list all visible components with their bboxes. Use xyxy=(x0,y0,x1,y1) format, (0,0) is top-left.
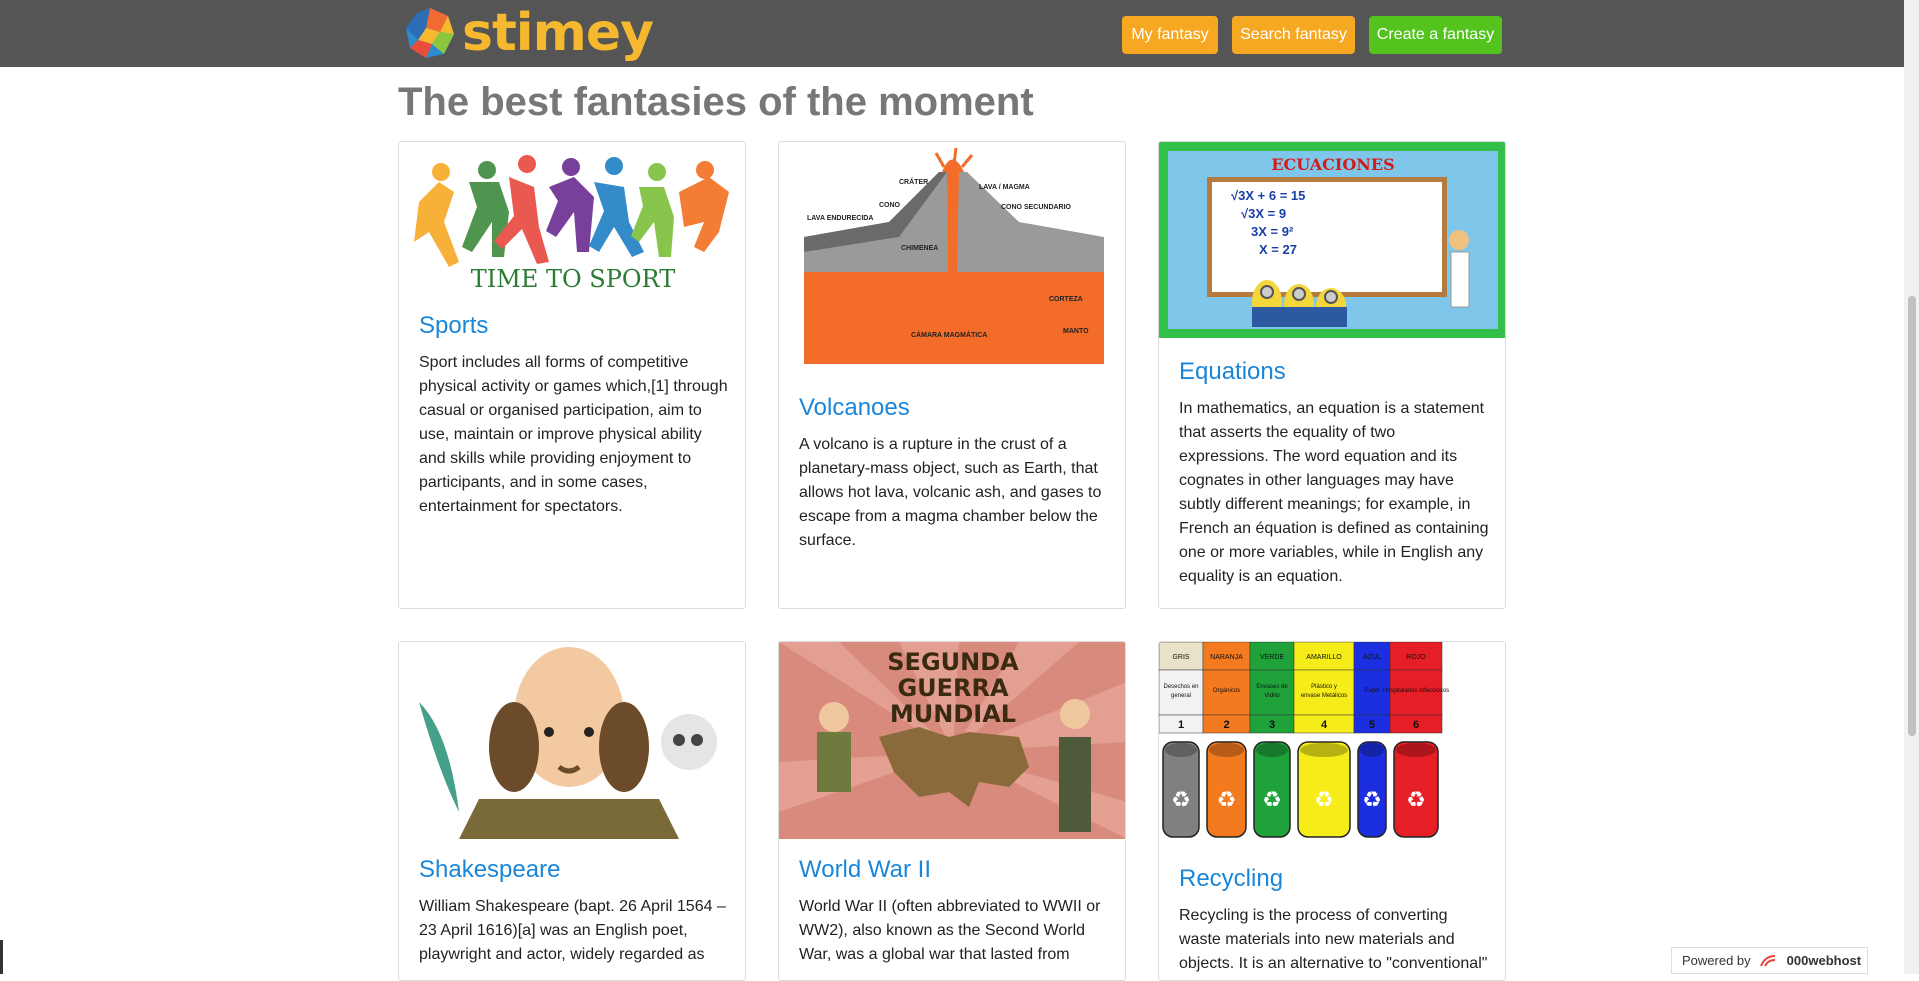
recycle-item-label: Hospitalarios Infecciosos xyxy=(1383,688,1449,694)
brand-logo[interactable]: stimey xyxy=(404,3,654,63)
recycle-icon: ♻ xyxy=(1314,787,1334,812)
card-description: Recycling is the process of converting w… xyxy=(1179,907,1488,972)
fantasy-card-recycling[interactable]: GRIS Desechos en general 1 ♻ NARANJA Orgánicos… xyxy=(1158,641,1506,981)
recycle-number: 4 xyxy=(1321,719,1328,731)
powered-by-badge[interactable]: Powered by 000webhost xyxy=(1671,947,1868,974)
label-magma-chamber: CÁMARA MAGMÁTICA xyxy=(911,330,987,339)
svg-text:GUERRA: GUERRA xyxy=(897,674,1009,702)
recycle-number: 2 xyxy=(1223,719,1229,731)
recycle-color-label: AMARILLO xyxy=(1306,654,1342,661)
fantasy-card-equations[interactable]: ECUACIONES √3X + 6 = 15 √3X = 9 3X = 9² … xyxy=(1158,141,1506,609)
equations-image-caption: ECUACIONES xyxy=(1271,155,1394,174)
card-description: Sport includes all forms of competitive … xyxy=(419,354,728,515)
sports-image-caption: TIME TO SPORT xyxy=(471,265,675,293)
my-fantasy-button[interactable]: My fantasy xyxy=(1122,16,1218,54)
recycle-icon: ♻ xyxy=(1171,787,1191,812)
top-navbar: stimey My fantasy Search fantasy Create … xyxy=(0,0,1919,67)
label-secondary-cone: CONO SECUNDARIO xyxy=(1001,204,1072,211)
card-title[interactable]: World War II xyxy=(799,856,931,885)
left-edge-tab xyxy=(0,940,3,974)
create-fantasy-button[interactable]: Create a fantasy xyxy=(1369,16,1502,54)
ww2-image[interactable]: SEGUNDA GUERRA MUNDIAL xyxy=(779,642,1126,839)
search-fantasy-button[interactable]: Search fantasy xyxy=(1232,16,1355,54)
recycling-image[interactable]: GRIS Desechos en general 1 ♻ NARANJA Orgánicos… xyxy=(1159,642,1506,847)
fantasy-card-sports[interactable]: TIME TO SPORT Sports Sport includes all … xyxy=(398,141,746,609)
recycle-color-label: AZUL xyxy=(1363,654,1381,661)
brand-name: stimey xyxy=(462,3,654,63)
webhost-logo-icon xyxy=(1759,954,1775,966)
card-title[interactable]: Shakespeare xyxy=(419,856,560,885)
card-title[interactable]: Sports xyxy=(419,312,488,341)
recycle-color-label: NARANJA xyxy=(1210,654,1243,661)
fantasy-card-volcanoes[interactable]: CRÁTER LAVA / MAGMA CONO LAVA ENDURECIDA… xyxy=(778,141,1126,609)
page-title: The best fantasies of the moment xyxy=(398,80,1034,124)
recycle-item-label: general xyxy=(1171,693,1191,699)
powered-by-label: Powered by xyxy=(1682,953,1751,968)
scrollbar-thumb[interactable] xyxy=(1908,296,1916,736)
card-title[interactable]: Volcanoes xyxy=(799,394,910,423)
sports-image[interactable]: TIME TO SPORT xyxy=(399,142,746,297)
recycle-icon: ♻ xyxy=(1362,787,1382,812)
board-line-4: X = 27 xyxy=(1259,242,1297,257)
webhost-name: 000webhost xyxy=(1786,953,1862,968)
label-hardened-lava: LAVA ENDURECIDA xyxy=(807,215,873,222)
recycle-icon: ♻ xyxy=(1406,787,1426,812)
equations-image[interactable]: ECUACIONES √3X + 6 = 15 √3X = 9 3X = 9² … xyxy=(1159,142,1506,338)
volcano-image[interactable]: CRÁTER LAVA / MAGMA CONO LAVA ENDURECIDA… xyxy=(779,142,1126,372)
recycle-color-label: GRIS xyxy=(1172,654,1189,661)
fantasy-card-world-war-ii[interactable]: SEGUNDA GUERRA MUNDIAL World War II Worl… xyxy=(778,641,1126,981)
logo-icon xyxy=(406,8,454,58)
board-line-2: √3X = 9 xyxy=(1241,206,1286,221)
recycle-icon: ♻ xyxy=(1217,787,1237,812)
label-chimney: CHIMENEA xyxy=(901,245,938,252)
board-line-1: √3X + 6 = 15 xyxy=(1231,188,1305,203)
recycle-number: 3 xyxy=(1269,719,1275,731)
recycle-item-label: envase Metálicos xyxy=(1301,693,1347,699)
svg-text:MUNDIAL: MUNDIAL xyxy=(890,700,1016,728)
board-line-3: 3X = 9² xyxy=(1251,224,1294,239)
recycle-number: 1 xyxy=(1178,719,1184,731)
card-description: In mathematics, an equation is a stateme… xyxy=(1179,400,1489,585)
label-mantle: MANTO xyxy=(1063,328,1089,335)
recycle-color-label: ROJO xyxy=(1406,654,1426,661)
label-crust: CORTEZA xyxy=(1049,296,1083,303)
recycle-item-label: Orgánicos xyxy=(1213,688,1240,694)
shakespeare-image[interactable] xyxy=(399,642,746,839)
label-cone: CONO xyxy=(879,202,901,209)
card-title[interactable]: Recycling xyxy=(1179,865,1283,894)
recycle-number: 6 xyxy=(1413,719,1419,731)
recycle-item-label: Desechos en xyxy=(1163,684,1198,690)
recycle-item-label: Plástico y xyxy=(1311,684,1337,690)
label-lava: LAVA / MAGMA xyxy=(979,184,1030,191)
recycle-icon: ♻ xyxy=(1262,787,1282,812)
recycle-item-label: Vidrio xyxy=(1264,693,1280,699)
label-crater: CRÁTER xyxy=(899,177,928,186)
vertical-scrollbar[interactable] xyxy=(1904,0,1919,974)
card-description: World War II (often abbreviated to WWII … xyxy=(799,898,1101,963)
recycle-item-label: Papel xyxy=(1364,688,1379,694)
card-title[interactable]: Equations xyxy=(1179,358,1286,387)
recycle-item-label: Envases de xyxy=(1256,684,1288,690)
svg-text:SEGUNDA: SEGUNDA xyxy=(887,648,1019,676)
fantasy-card-shakespeare[interactable]: Shakespeare William Shakespeare (bapt. 2… xyxy=(398,641,746,981)
recycle-color-label: VERDE xyxy=(1260,654,1284,661)
card-description: William Shakespeare (bapt. 26 April 1564… xyxy=(419,898,726,963)
card-description: A volcano is a rupture in the crust of a… xyxy=(799,436,1102,549)
recycle-number: 5 xyxy=(1369,719,1375,731)
